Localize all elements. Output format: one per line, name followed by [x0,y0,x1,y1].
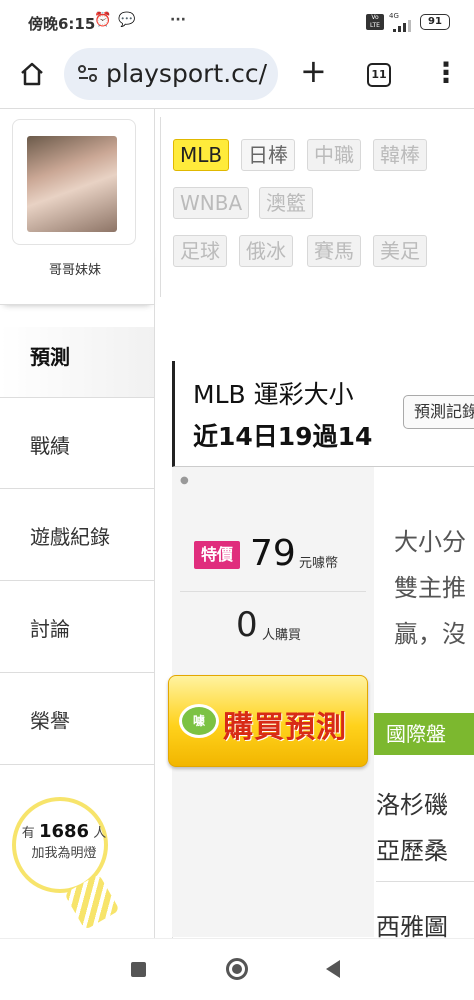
description-line: 贏，沒 [394,620,466,648]
alarm-clock-icon: ⏰ [94,12,112,28]
site-settings-icon[interactable] [78,65,98,87]
fan-prefix: 有 [21,826,35,841]
page-content: 哥哥妹妹 預測 戰績 遊戲紀錄 討論 榮譽 有 1686 人 加我為明燈 MLB… [0,108,474,938]
tab-switcher-button[interactable]: 11 [367,63,391,87]
fan-count-box[interactable]: 有 1686 人 加我為明燈 [14,821,114,861]
home-icon[interactable] [18,60,46,92]
avatar-card[interactable] [12,119,136,245]
battery-icon: 91 [420,14,450,30]
buyers-count: 0 [236,605,258,645]
description-line: 大小分 [394,528,466,556]
sidebar: 哥哥妹妹 預測 戰績 遊戲紀錄 討論 榮譽 有 1686 人 加我為明燈 [0,109,154,938]
fan-action: 加我為明燈 [31,846,97,861]
tag-npb[interactable]: 日棒 [241,139,295,171]
recent-apps-icon[interactable] [131,962,146,977]
tag-cpbl[interactable]: 中職 [307,139,361,171]
url-text: playsport.cc/ [106,59,268,88]
sidebar-item-game-log[interactable]: 遊戲紀錄 [0,489,154,581]
buyers-unit: 人購買 [262,628,302,643]
chat-bubble-icon: 💬 [118,12,136,28]
prediction-header: MLB 運彩大小 近14日19過14 預測記錄 [172,361,474,467]
tag-kbo[interactable]: 韓棒 [373,139,427,171]
home-nav-icon[interactable] [226,958,248,980]
team-divider [376,881,474,882]
status-time: 傍晚6:15 [28,15,96,33]
team-name: 亞歷桑 [376,837,448,865]
avatar[interactable] [27,136,117,232]
sidebar-item-discuss[interactable]: 討論 [0,581,154,673]
signal-icon [389,17,411,32]
address-bar[interactable]: playsport.cc/ [64,48,278,100]
tag-mlb[interactable]: MLB [173,139,230,171]
team-name: 洛杉磯 [376,791,448,819]
price-unit: 元噱幣 [299,556,339,571]
buy-prediction-label: 購買預測 [223,710,347,745]
fan-suffix: 人 [93,826,107,841]
sidebar-item-record[interactable]: 戰績 [0,397,154,489]
market-header: 國際盤 [374,713,474,755]
username[interactable]: 哥哥妹妹 [0,259,150,278]
fan-count: 1686 [38,821,90,842]
description-line: 雙主推 [394,574,466,602]
tag-khl[interactable]: 俄冰 [239,235,293,267]
tag-wnba[interactable]: WNBA [173,187,250,219]
tag-horse-racing[interactable]: 賽馬 [307,235,361,267]
sidebar-divider [154,109,155,938]
coin-icon: 噱 [179,704,219,738]
tag-soccer[interactable]: 足球 [173,235,227,267]
prediction-description: 大小分 雙主推 贏，沒 [394,519,474,657]
browser-menu-icon[interactable]: ⋮ [432,56,460,89]
buy-prediction-button[interactable]: 噱 購買預測 [168,675,368,767]
status-bar: 傍晚6:15 ⏰ 💬 ··· Vo LTE 4G 91 [0,0,474,44]
sport-tag-list: MLB 日棒 中職 韓棒 WNBA 澳籃 足球 俄冰 賽馬 美足 [160,117,474,297]
prediction-title: MLB 運彩大小 [193,380,354,409]
browser-toolbar: playsport.cc/ + 11 ⋮ [0,44,474,108]
price-divider [180,591,366,592]
more-dots: ··· [170,12,186,28]
team-name: 西雅圖 [376,913,448,938]
special-price-badge: 特價 [194,541,240,569]
prediction-record-button[interactable]: 預測記錄 [403,395,474,429]
pin-icon: ● [180,475,189,486]
sidebar-item-honor[interactable]: 榮譽 [0,673,154,765]
tag-nfl[interactable]: 美足 [373,235,427,267]
new-tab-plus-icon[interactable]: + [300,52,327,90]
tag-nbl[interactable]: 澳籃 [259,187,313,219]
prediction-record: 近14日19過14 [193,422,373,451]
back-icon[interactable] [326,960,340,978]
volte-icon: Vo LTE [366,14,384,30]
price-value: 79 [250,533,296,574]
system-nav-bar [0,938,474,1000]
